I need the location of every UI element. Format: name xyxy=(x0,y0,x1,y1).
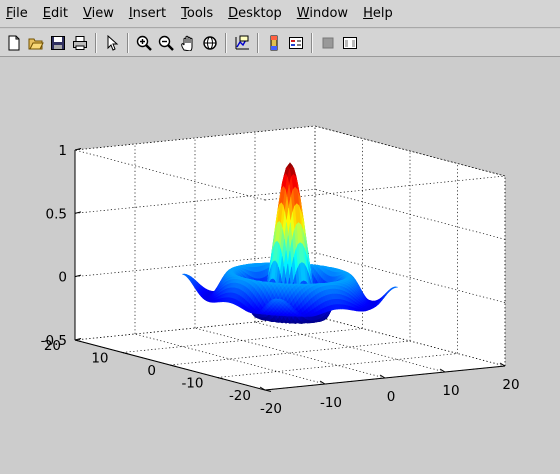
x-tick-label: 0 xyxy=(387,389,396,405)
print-button[interactable] xyxy=(69,32,91,54)
y-tick-label: -20 xyxy=(229,388,251,404)
y-tick-label: 20 xyxy=(44,338,61,354)
rotate-3d-button[interactable] xyxy=(199,32,221,54)
toolbar-separator xyxy=(257,32,259,53)
data-cursor-icon xyxy=(235,35,249,49)
y-tick-label: 0 xyxy=(147,363,156,379)
menu-help[interactable]: Help xyxy=(363,6,393,21)
show-plot-tools-button[interactable] xyxy=(339,32,361,54)
new-file-icon xyxy=(8,35,20,50)
menu-mnemonic: D xyxy=(228,6,239,21)
menu-tools[interactable]: Tools xyxy=(181,6,213,21)
menu-label: iew xyxy=(91,6,114,21)
z-tick-label: 0.5 xyxy=(46,206,67,222)
figure-toolbar xyxy=(0,29,560,57)
menu-insert[interactable]: Insert xyxy=(129,6,166,21)
menu-desktop[interactable]: Desktop xyxy=(228,6,282,21)
colorbar-icon xyxy=(270,35,278,50)
x-tick-label: 20 xyxy=(502,377,519,393)
surface-patch xyxy=(275,298,280,300)
toolbar-separator xyxy=(225,32,227,53)
menu-label: indow xyxy=(309,6,349,21)
new-file-button[interactable] xyxy=(3,32,25,54)
menu-label: esktop xyxy=(238,6,282,21)
menu-file[interactable]: File xyxy=(6,6,28,21)
zoom-out-icon xyxy=(158,35,174,51)
menu-view[interactable]: View xyxy=(83,6,114,21)
pointer-arrow-button[interactable] xyxy=(101,32,123,54)
toolbar-separator xyxy=(95,32,97,53)
menu-mnemonic: E xyxy=(42,6,51,21)
hide-plot-tools-button[interactable] xyxy=(317,32,339,54)
menu-mnemonic: H xyxy=(363,6,373,21)
open-folder-button[interactable] xyxy=(25,32,47,54)
menu-label: ools xyxy=(186,6,214,21)
pan-hand-button[interactable] xyxy=(177,32,199,54)
toolbar-separator xyxy=(127,32,129,53)
zoom-out-button[interactable] xyxy=(155,32,177,54)
menu-edit[interactable]: Edit xyxy=(43,6,68,21)
z-tick-label: 1 xyxy=(58,143,67,159)
x-tick-label: 10 xyxy=(442,383,459,399)
menu-label: dit xyxy=(51,6,68,21)
pan-hand-icon xyxy=(181,35,193,51)
print-icon xyxy=(73,35,87,50)
pointer-arrow-icon xyxy=(107,34,119,51)
menu-label: elp xyxy=(372,6,393,21)
y-tick-label: 10 xyxy=(91,351,108,367)
rotate-3d-icon xyxy=(203,35,217,50)
show-plot-tools-icon xyxy=(343,36,357,49)
menu-label: ile xyxy=(12,6,28,21)
x-tick-label: -10 xyxy=(320,395,342,411)
menu-label: nsert xyxy=(132,6,167,21)
zoom-in-button[interactable] xyxy=(133,32,155,54)
menu-bar: File Edit View Insert Tools Desktop Window Help xyxy=(0,0,560,28)
figure-canvas: -0.500.51-20-1001020-20 -10 0 10 20 xyxy=(41,125,520,417)
save-button[interactable] xyxy=(47,32,69,54)
z-tick-label: 0 xyxy=(58,270,67,286)
y-tick-mark xyxy=(264,389,272,392)
hide-plot-tools-icon xyxy=(322,37,334,48)
open-folder-icon xyxy=(28,38,44,49)
menu-mnemonic: V xyxy=(82,6,92,21)
save-icon xyxy=(51,35,65,50)
menu-mnemonic: W xyxy=(296,6,310,21)
legend-button[interactable] xyxy=(285,32,307,54)
data-cursor-button[interactable] xyxy=(231,32,253,54)
legend-icon xyxy=(289,36,303,49)
y-tick-label: -10 xyxy=(181,376,203,392)
menu-window[interactable]: Window xyxy=(297,6,348,21)
zoom-in-icon xyxy=(136,35,152,51)
x-tick-label: -20 xyxy=(260,401,282,417)
colorbar-button[interactable] xyxy=(263,32,285,54)
toolbar-separator xyxy=(311,32,313,53)
